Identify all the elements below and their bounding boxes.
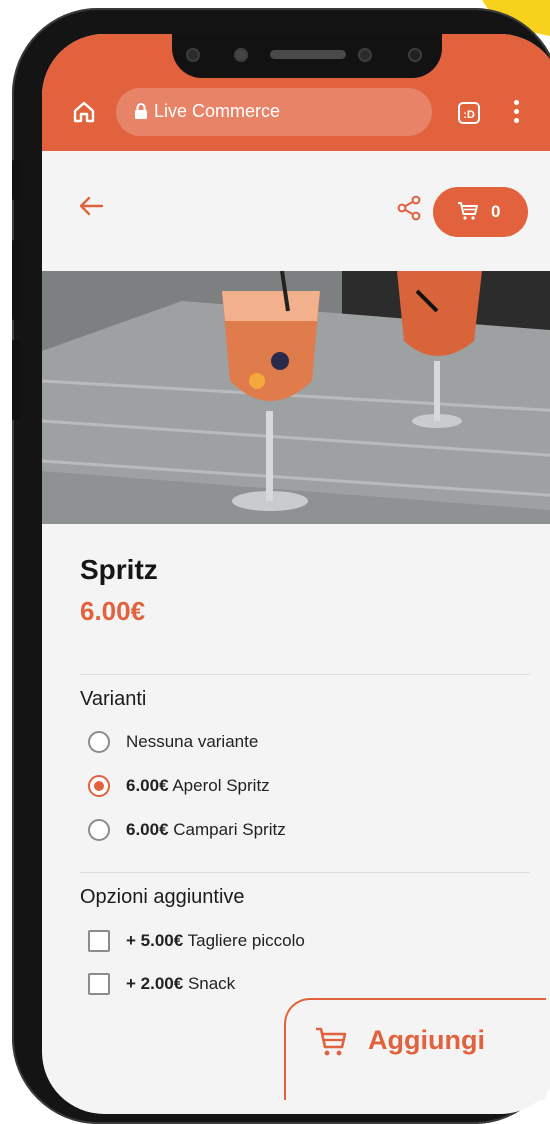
radio-button[interactable] bbox=[88, 731, 110, 753]
cart-button[interactable]: 0 bbox=[433, 187, 528, 237]
speaker-grille bbox=[270, 50, 346, 59]
share-icon[interactable] bbox=[396, 195, 422, 226]
divider bbox=[80, 872, 530, 873]
address-bar[interactable]: Live Commerce bbox=[116, 88, 432, 136]
extra-label: + 5.00€ Tagliere piccolo bbox=[126, 931, 305, 951]
product-price: 6.00€ bbox=[80, 596, 146, 626]
variant-price: 6.00€ bbox=[126, 776, 169, 795]
phone-body: Live Commerce :D 0 Spritz 6.00€ Varianti… bbox=[12, 8, 550, 1124]
tab-switcher-icon[interactable]: :D bbox=[458, 102, 480, 124]
cart-icon bbox=[314, 1026, 348, 1063]
extra-name: Tagliere piccolo bbox=[187, 931, 305, 950]
product-title: Spritz bbox=[80, 554, 158, 585]
overflow-menu-icon[interactable] bbox=[514, 100, 519, 127]
product-header: 0 bbox=[42, 151, 550, 271]
extra-price: + 2.00€ bbox=[126, 974, 184, 993]
variant-label: 6.00€ Campari Spritz bbox=[126, 820, 286, 840]
address-bar-text: Live Commerce bbox=[154, 101, 281, 121]
extras-title: Opzioni aggiuntive bbox=[80, 886, 245, 908]
cart-count: 0 bbox=[491, 202, 501, 221]
checkbox[interactable] bbox=[88, 973, 110, 995]
divider bbox=[80, 674, 530, 675]
extra-label: + 2.00€ Snack bbox=[126, 974, 235, 994]
home-icon[interactable] bbox=[72, 100, 96, 129]
variants-title: Varianti bbox=[80, 688, 147, 710]
sensor-icon bbox=[186, 48, 200, 62]
lock-icon bbox=[134, 102, 148, 125]
sensor-icon bbox=[408, 48, 422, 62]
extra-name: Snack bbox=[187, 974, 236, 993]
radio-button[interactable] bbox=[88, 819, 110, 841]
radio-button-selected[interactable] bbox=[88, 775, 110, 797]
add-to-cart-button[interactable]: Aggiungi bbox=[284, 998, 546, 1100]
product-image bbox=[42, 271, 550, 524]
browser-bar: Live Commerce :D bbox=[42, 34, 550, 151]
sensor-icon bbox=[234, 48, 248, 62]
product-info: Spritz 6.00€ bbox=[80, 554, 530, 627]
cart-icon bbox=[457, 201, 479, 226]
phone-screen: Live Commerce :D 0 Spritz 6.00€ Varianti… bbox=[42, 34, 550, 1114]
variant-label: 6.00€ Aperol Spritz bbox=[126, 776, 270, 796]
camera-icon bbox=[358, 48, 372, 62]
variant-name: Campari Spritz bbox=[173, 820, 286, 839]
variant-price: 6.00€ bbox=[126, 820, 169, 839]
variant-name: Aperol Spritz bbox=[172, 776, 270, 795]
variant-label: Nessuna variante bbox=[126, 732, 259, 751]
extra-price: + 5.00€ bbox=[126, 931, 184, 950]
add-to-cart-label: Aggiungi bbox=[368, 1025, 485, 1055]
checkbox[interactable] bbox=[88, 930, 110, 952]
back-arrow-icon[interactable] bbox=[78, 195, 104, 222]
phone-notch bbox=[172, 34, 442, 78]
